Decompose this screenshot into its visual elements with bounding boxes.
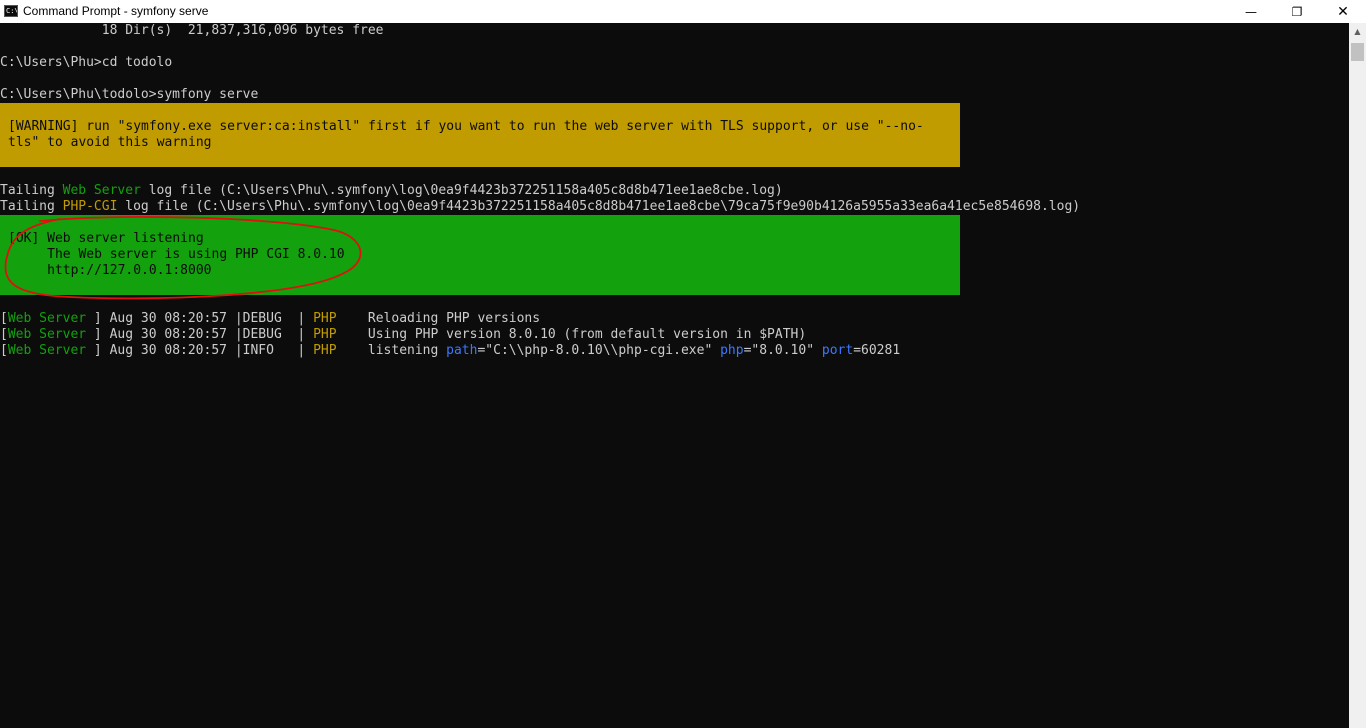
minimize-icon: —	[1245, 4, 1257, 19]
log-bracket: [	[0, 343, 8, 358]
log-bracket: [	[0, 327, 8, 342]
log-key: path	[446, 343, 478, 358]
log-value: ="C:\\php-8.0.10\\php-cgi.exe"	[477, 343, 721, 358]
log-source: Web Server	[7, 327, 87, 342]
log-line: [Web Server ] Aug 30 08:20:57 |INFO | PH…	[0, 343, 900, 359]
tailing-rest: log file (C:\Users\Phu\.symfony\log\0ea9…	[140, 183, 783, 198]
warning-block: [WARNING] run "symfony.exe server:ca:ins…	[0, 103, 960, 167]
tailing-prefix: Tailing	[0, 183, 63, 198]
cmd-icon: C:\	[4, 5, 18, 17]
warning-line: tls" to avoid this warning	[8, 135, 212, 150]
red-annotation-circle	[4, 216, 362, 300]
log-value: =60281	[853, 343, 901, 358]
tailing-prefix: Tailing	[0, 199, 63, 214]
log-tag: PHP	[313, 327, 337, 342]
log-key: port	[821, 343, 854, 358]
tailing-source: PHP-CGI	[62, 199, 118, 214]
tailing-source: Web Server	[62, 183, 141, 198]
log-message: Using PHP version 8.0.10 (from default v…	[336, 327, 807, 342]
vertical-scrollbar[interactable]: ▲	[1349, 23, 1366, 728]
log-meta: ] Aug 30 08:20:57 |DEBUG |	[86, 311, 314, 326]
tailing-line: Tailing PHP-CGI log file (C:\Users\Phu\.…	[0, 199, 1080, 215]
scroll-thumb[interactable]	[1351, 43, 1364, 61]
close-button[interactable]: ✕	[1320, 0, 1366, 23]
dir-summary-line: 18 Dir(s) 21,837,316,096 bytes free	[0, 23, 384, 38]
log-line: [Web Server ] Aug 30 08:20:57 |DEBUG | P…	[0, 311, 540, 327]
log-tag: PHP	[313, 311, 337, 326]
close-icon: ✕	[1337, 3, 1349, 20]
log-message: Reloading PHP versions	[336, 311, 541, 326]
log-meta: ] Aug 30 08:20:57 |INFO |	[86, 343, 314, 358]
tailing-rest: log file (C:\Users\Phu\.symfony\log\0ea9…	[117, 199, 1081, 214]
prompt-serve-line: C:\Users\Phu\todolo>symfony serve	[0, 87, 259, 102]
warning-line: [WARNING] run "symfony.exe server:ca:ins…	[8, 119, 924, 134]
log-source: Web Server	[7, 311, 87, 326]
prompt-cd-line: C:\Users\Phu>cd todolo	[0, 55, 173, 70]
log-message: listening	[336, 343, 447, 358]
window-title: Command Prompt - symfony serve	[23, 4, 209, 18]
log-source: Web Server	[7, 343, 87, 358]
scroll-up-arrow-icon[interactable]: ▲	[1349, 23, 1366, 40]
log-tag: PHP	[313, 343, 337, 358]
log-meta: ] Aug 30 08:20:57 |DEBUG |	[86, 327, 314, 342]
minimize-button[interactable]: —	[1228, 0, 1274, 23]
terminal-output[interactable]: 18 Dir(s) 21,837,316,096 bytes free C:\U…	[0, 23, 1349, 728]
title-bar[interactable]: C:\ Command Prompt - symfony serve — ❐ ✕	[0, 0, 1366, 23]
maximize-button[interactable]: ❐	[1274, 0, 1320, 23]
restore-icon: ❐	[1291, 4, 1303, 19]
log-key: php	[720, 343, 744, 358]
log-bracket: [	[0, 311, 8, 326]
tailing-line: Tailing Web Server log file (C:\Users\Ph…	[0, 183, 783, 199]
log-value: ="8.0.10"	[743, 343, 822, 358]
log-line: [Web Server ] Aug 30 08:20:57 |DEBUG | P…	[0, 327, 806, 343]
